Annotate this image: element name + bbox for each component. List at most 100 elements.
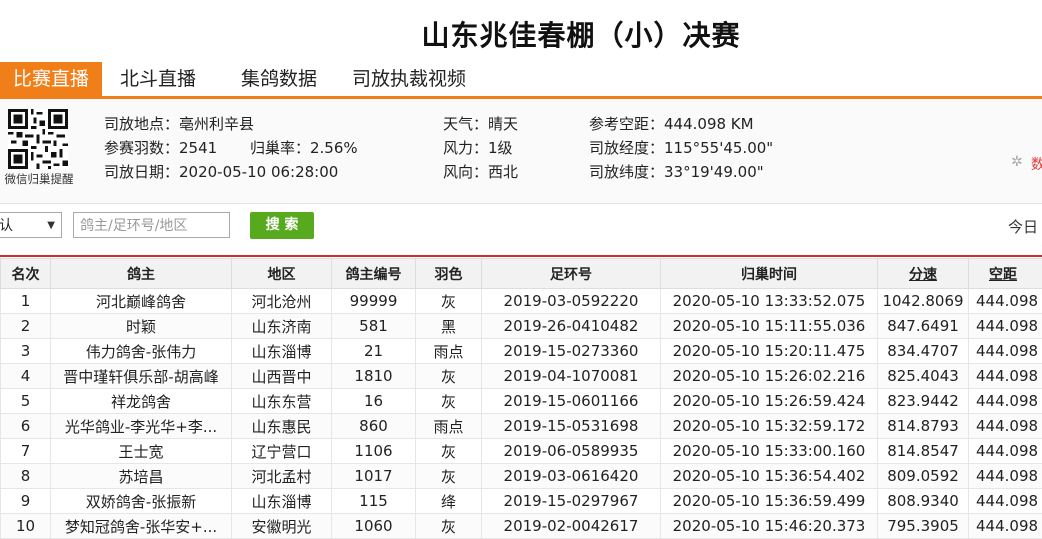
cell-distance: 444.098: [969, 414, 1042, 439]
cell-distance: 444.098: [969, 464, 1042, 489]
cell-ring: 2019-15-0531698: [482, 414, 661, 439]
cell-owner: 梦知冠鸽舍-张华安+...: [51, 514, 232, 539]
table-row[interactable]: 7王士宽辽宁营口1106灰2019-06-05899352020-05-10 1…: [1, 439, 1042, 464]
cell-distance: 444.098: [969, 339, 1042, 364]
cell-region: 河北孟村: [232, 464, 332, 489]
col-ring[interactable]: 足环号: [482, 259, 661, 289]
col-return-time[interactable]: 归巢时间: [661, 259, 878, 289]
table-row[interactable]: 4晋中瑾轩俱乐部-胡高峰山西晋中1810灰2019-04-10700812020…: [1, 364, 1042, 389]
wind-force: 风力：1级: [443, 137, 513, 158]
cell-owner: 祥龙鸽舍: [51, 389, 232, 414]
cell-owner-id: 581: [332, 314, 416, 339]
cell-ring: 2019-02-0042617: [482, 514, 661, 539]
release-location: 司放地点：亳州利辛县: [104, 113, 254, 134]
cell-owner: 晋中瑾轩俱乐部-胡高峰: [51, 364, 232, 389]
cell-region: 山东惠民: [232, 414, 332, 439]
col-rank[interactable]: 名次: [1, 259, 51, 289]
reference-distance: 参考空距：444.098 KM: [589, 113, 754, 134]
cell-return-time: 2020-05-10 15:46:20.373: [661, 514, 878, 539]
table-row[interactable]: 8苏培昌河北孟村1017灰2019-03-06164202020-05-10 1…: [1, 464, 1042, 489]
table-header-row: 名次 鸽主 地区 鸽主编号 羽色 足环号 归巢时间 分速 空距: [1, 259, 1042, 289]
weather: 天气：晴天: [443, 113, 518, 134]
cell-color: 灰: [416, 464, 482, 489]
cell-distance: 444.098: [969, 439, 1042, 464]
cell-region: 山东东营: [232, 389, 332, 414]
qr-label: 微信归巢提醒: [0, 171, 78, 187]
cell-rank: 9: [1, 489, 51, 514]
cell-speed: 825.4043: [878, 364, 969, 389]
chevron-down-icon: ▼: [47, 213, 55, 239]
cell-ring: 2019-03-0616420: [482, 464, 661, 489]
cell-return-time: 2020-05-10 15:33:00.160: [661, 439, 878, 464]
cell-return-time: 2020-05-10 15:36:54.402: [661, 464, 878, 489]
return-rate: 归巢率：2.56%: [250, 137, 358, 158]
cell-owner-id: 21: [332, 339, 416, 364]
table-row[interactable]: 3伟力鸽舍-张伟力山东淄博21雨点2019-15-02733602020-05-…: [1, 339, 1042, 364]
table-row[interactable]: 5祥龙鸽舍山东东营16灰2019-15-06011662020-05-10 15…: [1, 389, 1042, 414]
cell-owner-id: 1106: [332, 439, 416, 464]
cell-owner: 伟力鸽舍-张伟力: [51, 339, 232, 364]
cell-color: 绛: [416, 489, 482, 514]
cell-speed: 834.4707: [878, 339, 969, 364]
entry-count: 参赛羽数：2541: [104, 137, 217, 158]
col-owner[interactable]: 鸽主: [51, 259, 232, 289]
cell-ring: 2019-15-0601166: [482, 389, 661, 414]
loading-icon: ✲: [1011, 154, 1023, 170]
cell-rank: 1: [1, 289, 51, 314]
cell-ring: 2019-15-0273360: [482, 339, 661, 364]
col-distance[interactable]: 空距: [969, 259, 1042, 289]
cell-color: 灰: [416, 439, 482, 464]
cell-owner: 光华鸽业-李光华+李...: [51, 414, 232, 439]
cell-region: 辽宁营口: [232, 439, 332, 464]
table-row[interactable]: 9双娇鸽舍-张振新山东淄博115绛2019-15-02979672020-05-…: [1, 489, 1042, 514]
cell-rank: 4: [1, 364, 51, 389]
cell-return-time: 2020-05-10 15:26:02.216: [661, 364, 878, 389]
sort-select[interactable]: 认 ▼: [0, 212, 62, 238]
cell-distance: 444.098: [969, 489, 1042, 514]
tab-collection-data[interactable]: 集鸽数据: [241, 62, 317, 96]
cell-region: 河北沧州: [232, 289, 332, 314]
tab-race-live[interactable]: 比赛直播: [0, 62, 102, 96]
cell-color: 雨点: [416, 339, 482, 364]
cell-speed: 814.8547: [878, 439, 969, 464]
search-input[interactable]: 鸽主/足环号/地区: [73, 212, 230, 238]
table-row[interactable]: 6光华鸽业-李光华+李...山东惠民860雨点2019-15-053169820…: [1, 414, 1042, 439]
cell-owner-id: 1017: [332, 464, 416, 489]
loading-text: 数: [1031, 154, 1042, 174]
table-row[interactable]: 2时颖山东济南581黑2019-26-04104822020-05-10 15:…: [1, 314, 1042, 339]
qr-code-icon: [8, 109, 68, 169]
cell-speed: 823.9442: [878, 389, 969, 414]
col-region[interactable]: 地区: [232, 259, 332, 289]
table-row[interactable]: 1河北巅峰鸽舍河北沧州99999灰2019-03-05922202020-05-…: [1, 289, 1042, 314]
col-color[interactable]: 羽色: [416, 259, 482, 289]
search-button[interactable]: 搜 索: [250, 212, 314, 239]
sort-select-value: 认: [0, 218, 13, 234]
cell-ring: 2019-06-0589935: [482, 439, 661, 464]
col-speed[interactable]: 分速: [878, 259, 969, 289]
tab-beidou-live[interactable]: 北斗直播: [120, 62, 196, 96]
table-row[interactable]: 10梦知冠鸽舍-张华安+...安徽明光1060灰2019-02-00426172…: [1, 514, 1042, 539]
cell-speed: 795.3905: [878, 514, 969, 539]
cell-owner: 河北巅峰鸽舍: [51, 289, 232, 314]
cell-rank: 3: [1, 339, 51, 364]
cell-region: 安徽明光: [232, 514, 332, 539]
cell-region: 山东淄博: [232, 339, 332, 364]
cell-rank: 2: [1, 314, 51, 339]
cell-return-time: 2020-05-10 15:11:55.036: [661, 314, 878, 339]
cell-owner-id: 16: [332, 389, 416, 414]
cell-color: 灰: [416, 364, 482, 389]
cell-region: 山西晋中: [232, 364, 332, 389]
cell-owner: 苏培昌: [51, 464, 232, 489]
cell-ring: 2019-04-1070081: [482, 364, 661, 389]
cell-owner-id: 115: [332, 489, 416, 514]
cell-return-time: 2020-05-10 15:26:59.424: [661, 389, 878, 414]
today-link[interactable]: 今日: [1008, 216, 1038, 237]
cell-return-time: 2020-05-10 15:20:11.475: [661, 339, 878, 364]
cell-ring: 2019-15-0297967: [482, 489, 661, 514]
cell-distance: 444.098: [969, 364, 1042, 389]
tab-release-video[interactable]: 司放执裁视频: [352, 62, 466, 96]
cell-rank: 8: [1, 464, 51, 489]
cell-speed: 808.9340: [878, 489, 969, 514]
cell-ring: 2019-26-0410482: [482, 314, 661, 339]
col-owner-id[interactable]: 鸽主编号: [332, 259, 416, 289]
